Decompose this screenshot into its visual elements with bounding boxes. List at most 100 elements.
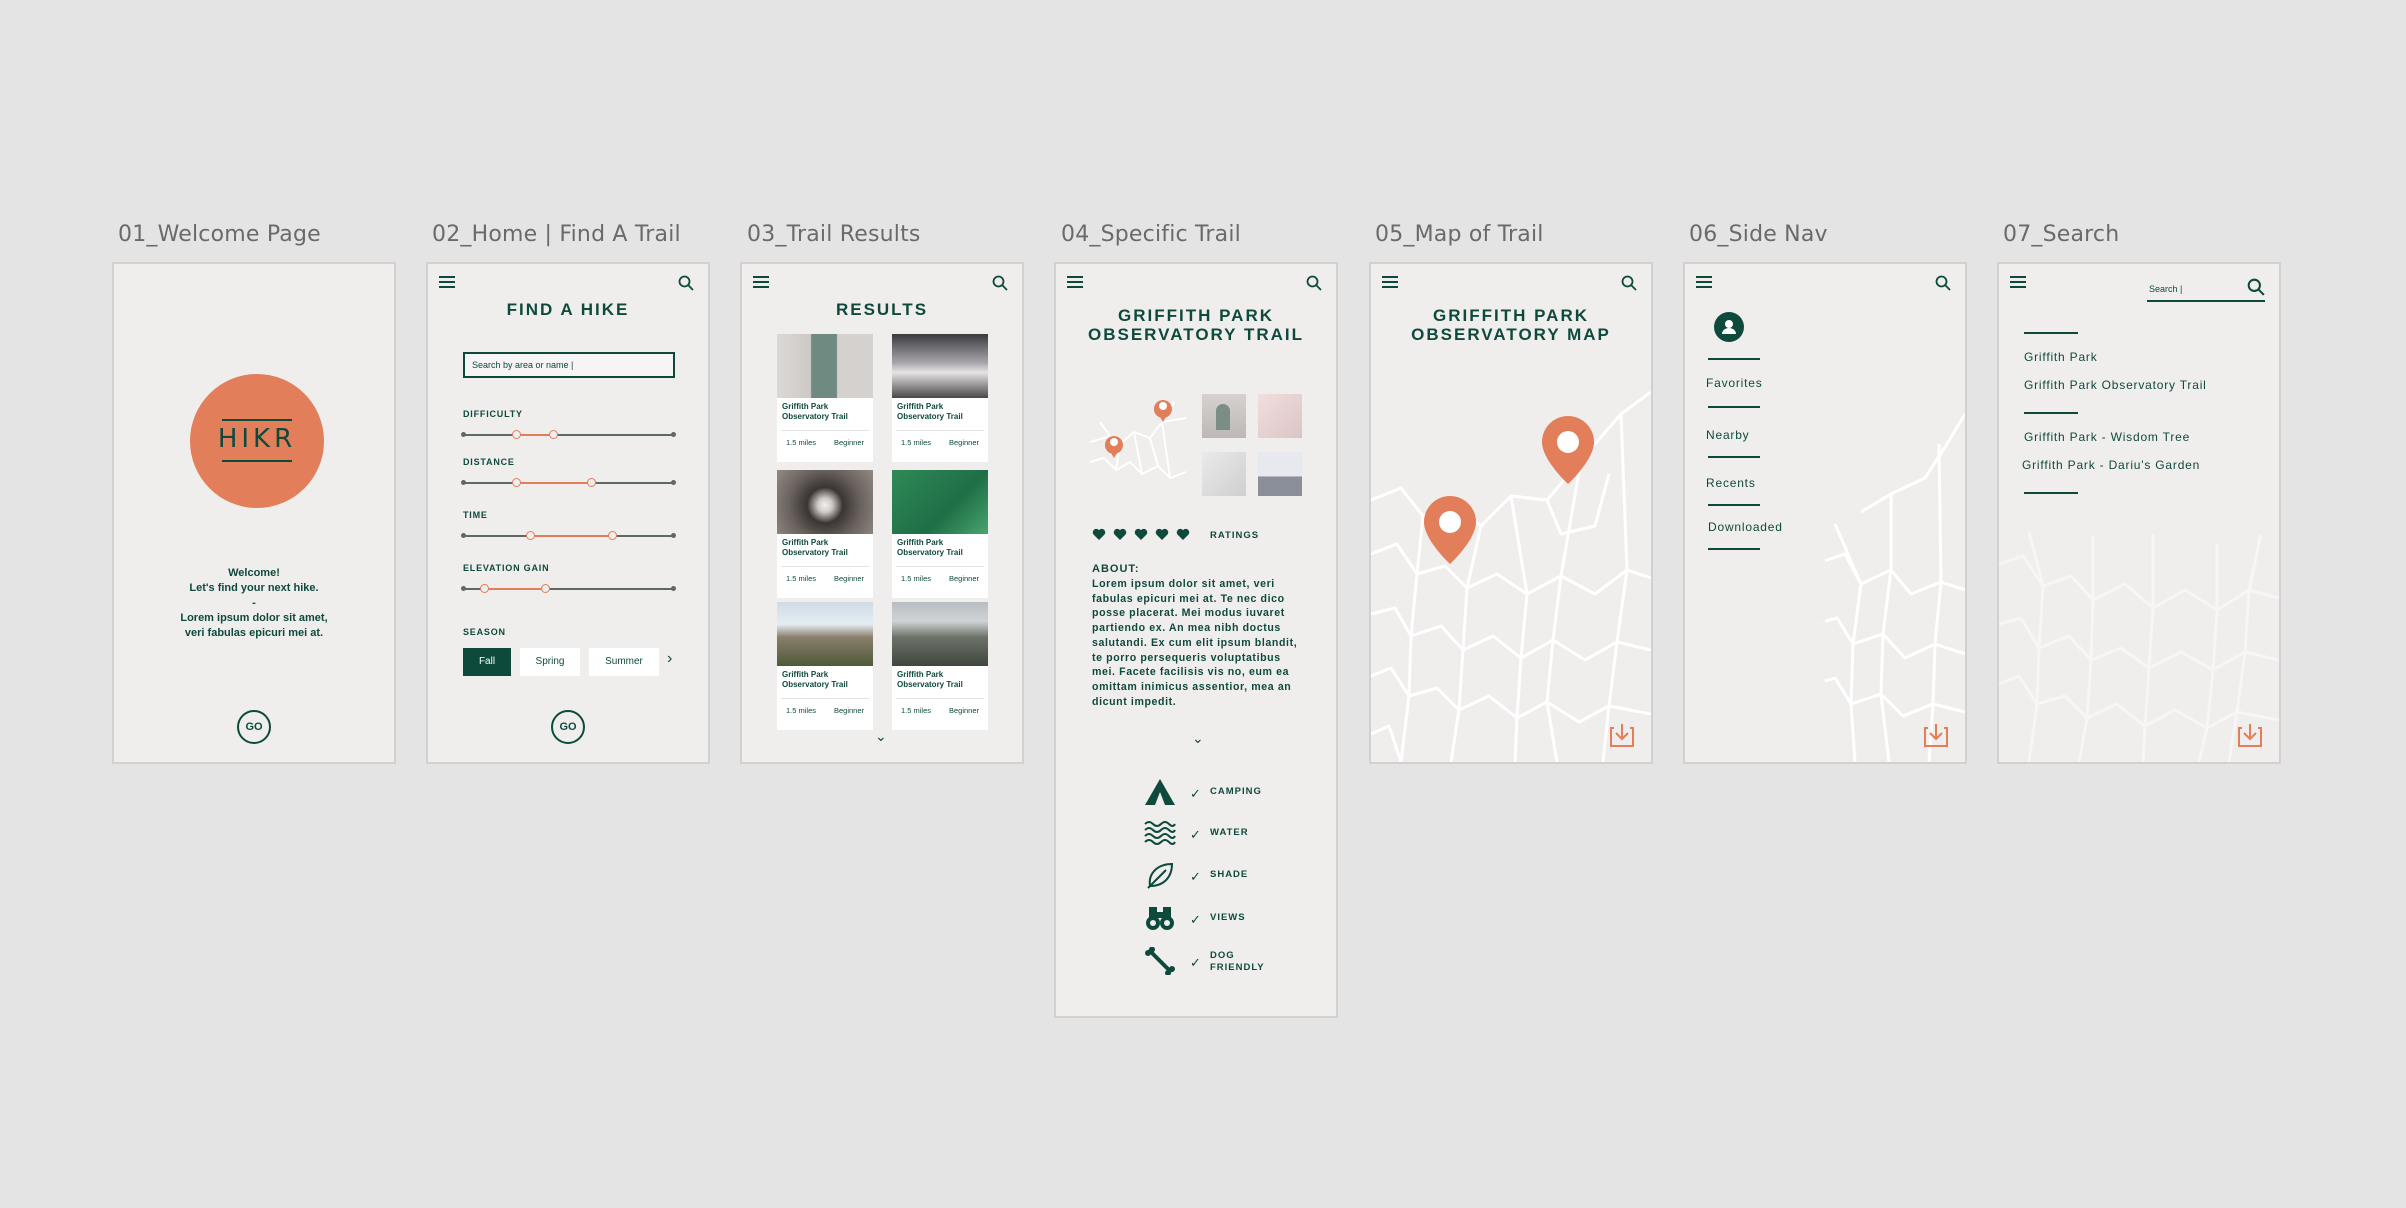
hamburger-menu-icon[interactable] [1067,276,1083,288]
search-result-item[interactable]: Griffith Park - Wisdom Tree [2024,430,2190,444]
season-chip-summer[interactable]: Summer [589,648,659,676]
load-more-chevron-icon[interactable]: ⌄ [875,728,887,745]
slider-end-cap [461,480,466,485]
slider-handle-low[interactable] [480,584,489,593]
trail-distance: 1.5 miles [901,706,932,715]
trail-photo-thumb[interactable] [1258,394,1302,438]
hamburger-menu-icon[interactable] [1382,276,1398,288]
hamburger-menu-icon[interactable] [753,276,769,288]
trail-photo [777,602,873,666]
nav-item-downloaded[interactable]: Downloaded [1708,520,1783,534]
logo-circle: HIKR [190,374,324,508]
nav-item-favorites[interactable]: Favorites [1706,376,1763,390]
search-icon[interactable] [992,275,1008,291]
slider-handle-high[interactable] [549,430,559,439]
search-result-item[interactable]: Griffith Park [2024,350,2098,364]
map-pin-icon[interactable] [1542,416,1594,484]
season-chip-fall[interactable]: Fall [463,648,511,676]
slider-handle-high[interactable] [587,478,597,487]
trail-level: Beginner [948,438,979,447]
trail-title-line2: OBSERVATORY TRAIL [1088,325,1304,344]
hamburger-menu-icon[interactable] [2010,276,2026,288]
amenity-label: CAMPING [1210,786,1262,797]
trail-distance: 1.5 miles [786,438,817,447]
search-icon[interactable] [1621,275,1637,291]
slider-end-cap [671,432,676,437]
hamburger-menu-icon[interactable] [439,276,455,288]
check-icon: ✓ [1190,786,1201,801]
amenity-camping: ✓ CAMPING [1144,778,1334,808]
search-result-item[interactable]: Griffith Park Observatory Trail [2024,378,2207,392]
check-icon: ✓ [1190,912,1201,927]
search-icon[interactable] [1935,275,1951,291]
avatar[interactable] [1714,312,1744,342]
trail-result-card[interactable]: Griffith Park Observatory Trail 1.5 miles… [777,602,873,730]
slider-range-fill [484,588,545,590]
trail-name: Griffith Park Observatory Trail [782,402,848,421]
trail-level: Beginner [948,574,979,583]
specific-trail-screen: GRIFFITH PARK OBSERVATORY TRAIL RATINGS … [1054,262,1338,1018]
slider-handle-low[interactable] [511,478,521,487]
slider-end-cap [461,432,466,437]
range-slider[interactable] [461,531,676,540]
search-icon[interactable] [678,275,694,291]
nav-divider [1708,548,1760,550]
trail-photo [892,602,988,666]
trail-photo [777,334,873,398]
heart-icon [1092,528,1106,540]
nav-item-nearby[interactable]: Nearby [1706,428,1749,442]
trail-photo-thumb[interactable] [1258,452,1302,496]
trail-photo-thumb[interactable] [1202,394,1246,438]
nav-item-recents[interactable]: Recents [1706,476,1756,490]
trail-mini-map[interactable] [1090,392,1186,488]
amenity-water: ✓ WATER [1144,819,1334,849]
trail-result-card[interactable]: Griffith Park Observatory Trail 1.5 miles… [777,334,873,462]
trail-photo [892,470,988,534]
go-button[interactable]: GO [551,710,585,744]
search-icon[interactable] [2247,278,2265,296]
expand-chevron-icon[interactable]: ⌄ [1192,730,1204,747]
heart-icon [1134,528,1148,540]
welcome-text-block: Welcome! Let's find your next hike. - Lo… [114,566,394,641]
search-result-item[interactable]: Griffith Park - Dariu's Garden [2022,458,2200,472]
amenity-views: ✓ VIEWS [1144,904,1334,934]
map-pin-icon[interactable] [1424,496,1476,564]
slider-handle-high[interactable] [540,584,550,593]
amenity-dog-friendly: ✓ DOG FRIENDLY [1144,947,1334,977]
leaf-icon [1147,862,1174,889]
hamburger-menu-icon[interactable] [1696,276,1712,288]
nav-divider [1708,504,1760,506]
range-slider[interactable] [461,478,676,487]
slider-handle-low[interactable] [511,430,521,439]
trail-name: Griffith Park Observatory Trail [782,670,848,689]
slider-handle-high[interactable] [608,531,618,540]
trail-result-card[interactable]: Griffith Park Observatory Trail 1.5 miles… [892,470,988,598]
trail-name: Griffith Park Observatory Trail [897,538,963,557]
welcome-body-line1: Lorem ipsum dolor sit amet, [180,612,328,624]
slider-end-cap [671,586,676,591]
trail-name: Griffith Park Observatory Trail [897,402,963,421]
trail-photo-thumb[interactable] [1202,452,1246,496]
trail-result-card[interactable]: Griffith Park Observatory Trail 1.5 miles… [892,602,988,730]
result-divider [2024,412,2078,414]
heart-icon [1155,528,1169,540]
trail-result-card[interactable]: Griffith Park Observatory Trail 1.5 miles… [777,470,873,598]
season-chip-spring[interactable]: Spring [520,648,580,676]
range-slider[interactable] [461,430,676,439]
search-input[interactable]: Search by area or name | [463,352,675,378]
trail-meta: 1.5 miles Beginner [781,430,869,447]
download-icon[interactable] [1609,722,1635,748]
trail-meta: 1.5 miles Beginner [781,698,869,715]
search-input[interactable]: Search | [2147,278,2265,302]
binoculars-icon [1146,907,1174,930]
result-divider [2024,332,2078,334]
download-icon[interactable] [2237,722,2263,748]
season-more-chevron-icon[interactable]: › [667,650,672,668]
go-button[interactable]: GO [237,710,271,744]
search-icon[interactable] [1306,275,1322,291]
slider-handle-low[interactable] [526,531,536,540]
trail-result-card[interactable]: Griffith Park Observatory Trail 1.5 miles… [892,334,988,462]
user-icon [1722,320,1736,334]
range-slider[interactable] [461,584,676,593]
download-icon[interactable] [1923,722,1949,748]
